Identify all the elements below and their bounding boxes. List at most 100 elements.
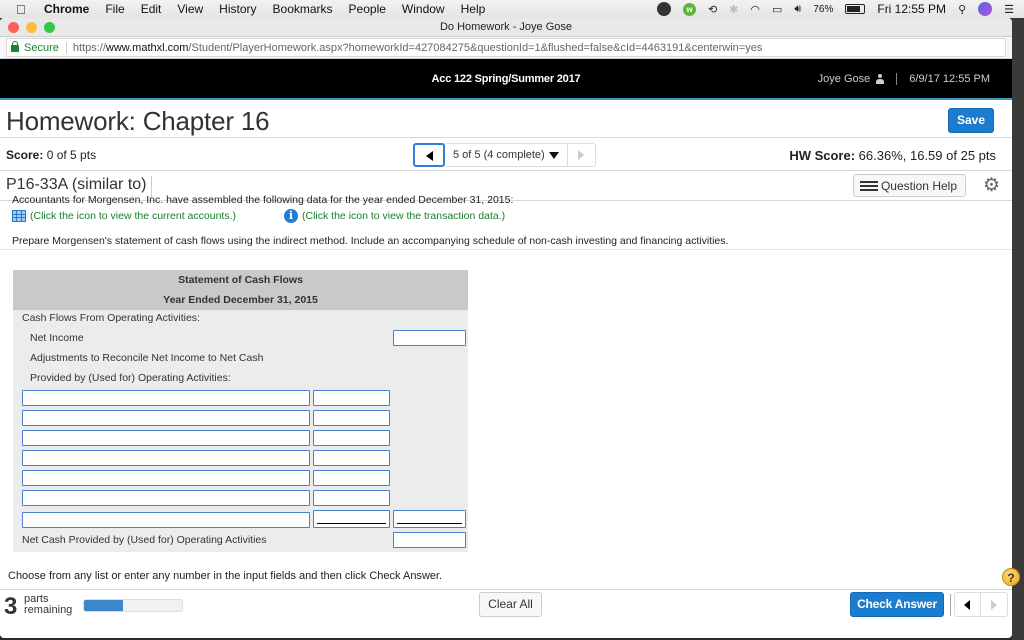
siri-icon[interactable] (978, 2, 993, 16)
status-tray: w ⟲ ✱ ◠ ▭ 🔊︎ 76% Fri 12:55 PM ⚲ ☰ (656, 0, 1014, 18)
save-button[interactable]: Save (948, 108, 994, 133)
address-bar-area: Secure https:// www.mathxl.com /Student/… (0, 37, 1012, 59)
menu-app-chrome[interactable]: Chrome (44, 2, 89, 16)
parts-label-line2: remaining (24, 604, 73, 616)
statement-title: Statement of Cash Flows (178, 274, 303, 286)
adjustment-amount-input-4[interactable] (313, 450, 390, 466)
menu-help[interactable]: Help (461, 2, 486, 16)
time-machine-icon[interactable]: ⟲ (708, 3, 717, 16)
url-scheme: https:// (72, 41, 106, 54)
list-icon (859, 180, 878, 192)
w-app-icon[interactable]: w (682, 2, 696, 16)
camera-icon[interactable] (656, 2, 671, 16)
menu-bookmarks[interactable]: Bookmarks (273, 2, 333, 16)
adjustment-label-input-5[interactable] (22, 470, 310, 486)
spotlight-search-icon[interactable]: ⚲ (958, 3, 966, 16)
parts-remaining-count: 3 (4, 593, 18, 620)
net-income-label: Net Income (30, 332, 84, 344)
question-navigator: 5 of 5 (4 complete) (413, 143, 596, 167)
menu-window[interactable]: Window (402, 2, 445, 16)
wifi-icon[interactable]: ◠ (750, 3, 760, 16)
adjustment-label-input-2[interactable] (22, 410, 310, 426)
adjustment-amount-input-1[interactable] (313, 390, 390, 406)
score-value: 0 of 5 pts (46, 148, 97, 162)
transaction-data-link[interactable]: i (Click the icon to view the transactio… (284, 209, 505, 223)
adjustment-amount-input-3[interactable] (313, 430, 390, 446)
total-adjustments-input[interactable] (393, 510, 466, 528)
address-bar[interactable]: Secure https:// www.mathxl.com /Student/… (6, 38, 1006, 57)
adjustment-label-input-1[interactable] (22, 390, 310, 406)
adjustment-label-input-6[interactable] (22, 490, 310, 506)
hw-score: HW Score: 66.36%, 16.59 of 25 pts (789, 148, 996, 163)
info-icon[interactable]: i (284, 209, 299, 223)
battery-icon[interactable] (845, 4, 866, 14)
zoom-window-button[interactable] (44, 22, 55, 33)
secure-label[interactable]: Secure (24, 41, 67, 54)
adjustment-label-input-7[interactable] (22, 512, 310, 528)
net-cash-operating-label: Net Cash Provided by (Used for) Operatin… (22, 534, 267, 546)
parts-progress-bar (83, 599, 183, 612)
question-instructions: Prepare Morgensen's statement of cash fl… (12, 235, 729, 247)
hw-score-label: HW Score: (789, 148, 856, 163)
footer-question-nav (954, 592, 1008, 617)
airplay-icon[interactable]: ▭ (772, 3, 782, 16)
current-accounts-link[interactable]: (Click the icon to view the current acco… (12, 209, 236, 223)
question-select-dropdown[interactable]: 5 of 5 (4 complete) (445, 143, 568, 167)
score-label: Score: (6, 148, 44, 162)
bluetooth-icon[interactable]: ✱ (729, 3, 738, 16)
user-icon (876, 74, 885, 84)
question-help-button[interactable]: Question Help (852, 174, 966, 197)
current-accounts-link-text[interactable]: (Click the icon to view the current acco… (30, 210, 236, 222)
menu-history[interactable]: History (219, 2, 256, 16)
adjustment-amount-input-2[interactable] (313, 410, 390, 426)
net-cash-operating-input[interactable] (393, 532, 466, 548)
close-window-button[interactable] (8, 22, 19, 33)
check-answer-button[interactable]: Check Answer (850, 592, 944, 617)
previous-question-button[interactable] (413, 143, 445, 167)
gear-icon[interactable]: ⚙ (983, 176, 1000, 195)
window-titlebar: Do Homework - Joye Gose (0, 18, 1012, 37)
next-question-button[interactable] (567, 143, 596, 167)
parts-progress-fill (84, 600, 124, 611)
adjustment-label-input-4[interactable] (22, 450, 310, 466)
url-path: /Student/PlayerHomework.aspx?homeworkId=… (188, 41, 763, 54)
adjustment-amount-input-6[interactable] (313, 490, 390, 506)
footer-previous-button[interactable] (955, 593, 982, 616)
answer-instructions: Choose from any list or enter any number… (8, 570, 443, 582)
parts-remaining-label: parts remaining (24, 594, 72, 616)
page-title: Homework: Chapter 16 (6, 106, 270, 136)
battery-percent: 76% (813, 3, 834, 15)
table-grid-icon[interactable] (12, 210, 26, 222)
adjustments-label-line2: Provided by (Used for) Operating Activit… (30, 372, 231, 384)
header-datetime: 6/9/17 12:55 PM (909, 73, 990, 85)
lock-icon (11, 41, 19, 52)
adjustment-amount-input-7[interactable] (313, 510, 390, 528)
statement-header: Statement of Cash Flows Year Ended Decem… (13, 270, 468, 310)
mac-menu-bar:  Chrome File Edit View History Bookmark… (0, 0, 1024, 18)
menu-edit[interactable]: Edit (141, 2, 162, 16)
transaction-data-link-text[interactable]: (Click the icon to view the transaction … (302, 210, 505, 222)
menu-file[interactable]: File (105, 2, 124, 16)
apple-menu-icon[interactable]:  (16, 2, 30, 17)
menubar-clock[interactable]: Fri 12:55 PM (877, 2, 946, 16)
minimize-window-button[interactable] (26, 22, 37, 33)
adjustment-amount-input-5[interactable] (313, 470, 390, 486)
menu-view[interactable]: View (177, 2, 203, 16)
header-divider (896, 73, 898, 85)
operating-section-label: Cash Flows From Operating Activities: (22, 312, 200, 324)
answer-footer: 3 parts remaining Clear All Check Answer (0, 589, 1012, 620)
desktop-background (1012, 18, 1024, 640)
window-title: Do Homework - Joye Gose (439, 21, 573, 33)
footer-next-button[interactable] (981, 593, 1007, 616)
question-intro: Accountants for Morgensen, Inc. have ass… (12, 194, 514, 206)
menu-people[interactable]: People (349, 2, 386, 16)
help-question-icon[interactable]: ? (1002, 568, 1020, 586)
clear-all-button[interactable]: Clear All (479, 592, 542, 617)
net-income-input[interactable] (393, 330, 466, 346)
user-name: Joye Gose (817, 73, 871, 85)
adjustments-label-line1: Adjustments to Reconcile Net Income to N… (30, 352, 264, 364)
adjustment-label-input-3[interactable] (22, 430, 310, 446)
volume-icon[interactable]: 🔊︎ (794, 3, 801, 16)
notification-center-icon[interactable]: ☰ (1004, 3, 1014, 16)
question-position: 5 of 5 (4 complete) (453, 149, 545, 161)
